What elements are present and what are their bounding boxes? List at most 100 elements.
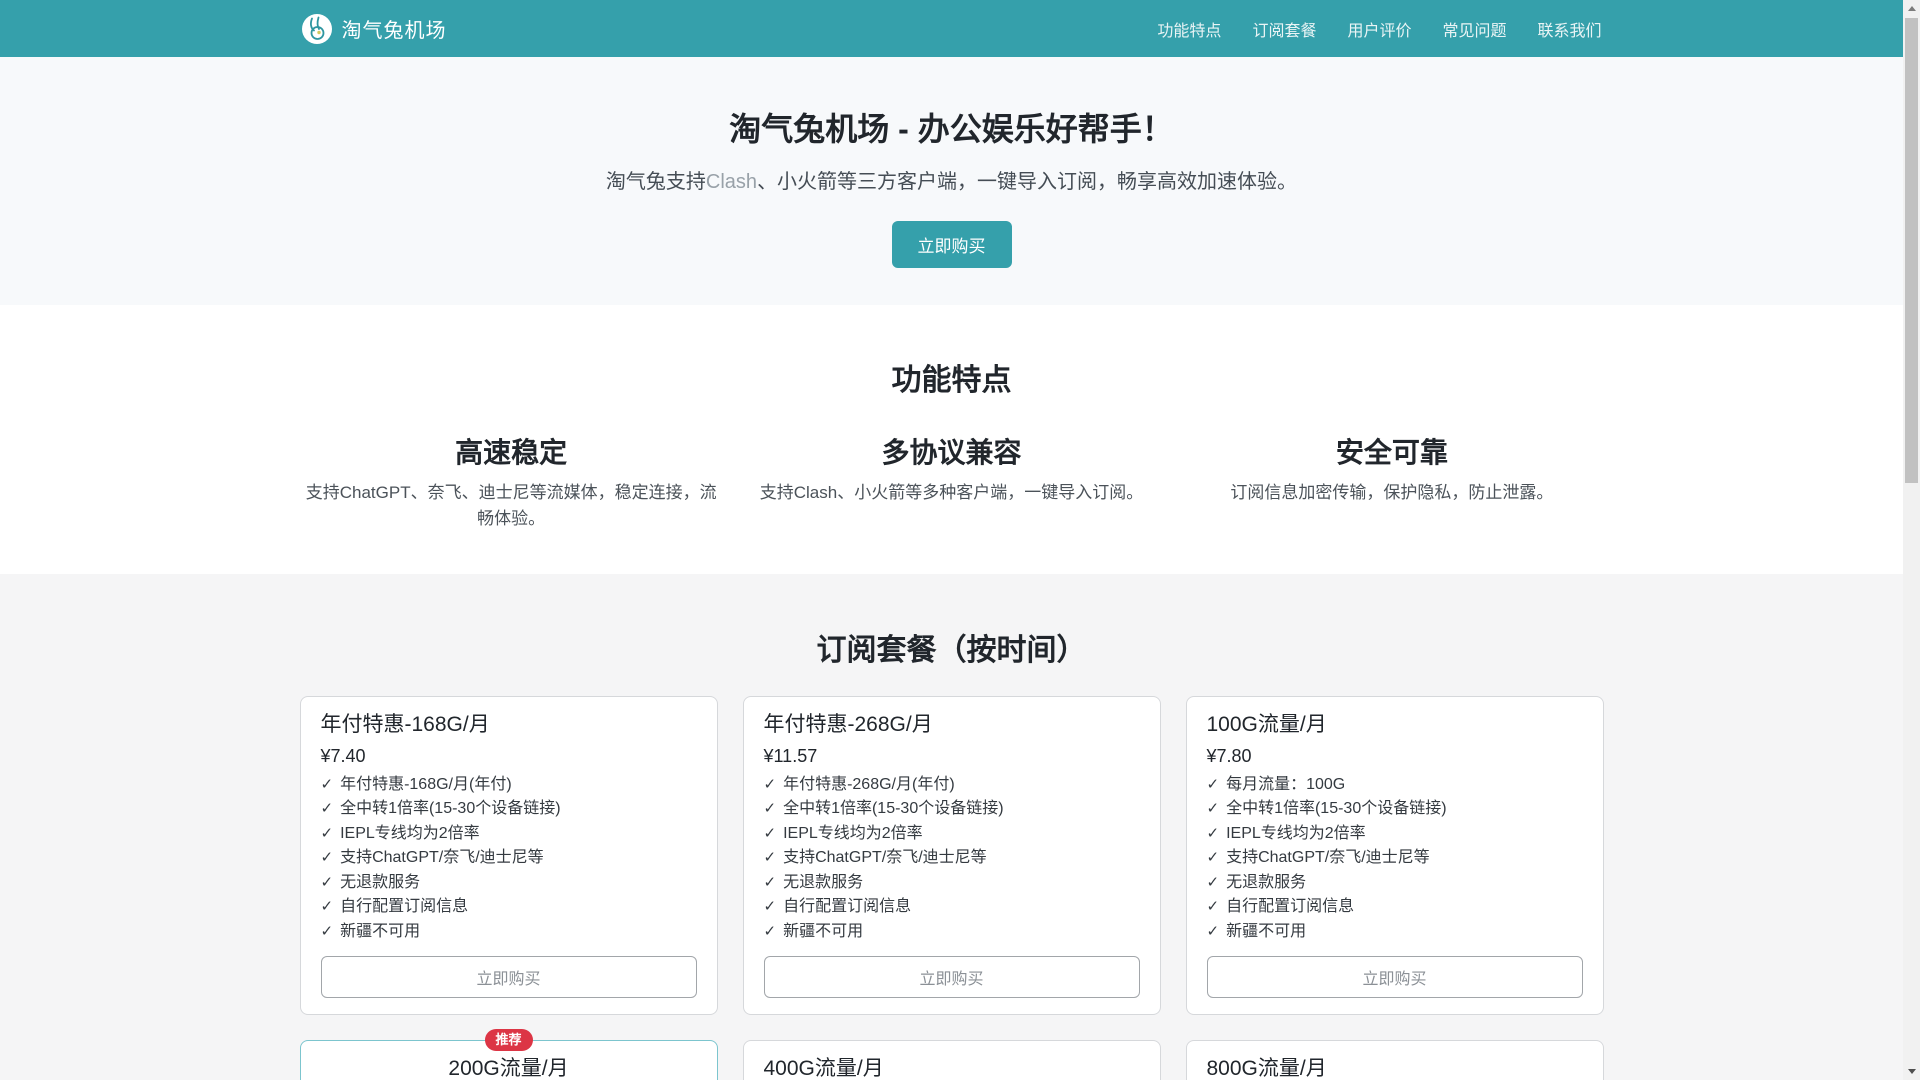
plan-feature: ✓ 支持ChatGPT/奈飞/迪士尼等: [1206, 849, 1430, 867]
pricing-card-0: 年付特惠-168G/月 ¥7.40 ✓ 年付特惠-168G/月(年付) ✓ 全中转1倍率(…: [299, 696, 718, 1016]
check-icon: ✓: [320, 922, 334, 940]
check-icon: ✓: [320, 849, 334, 867]
pricing-card-5: 800G流量/月¥42.80: [1185, 1040, 1604, 1080]
check-icon: ✓: [320, 824, 334, 842]
pricing-grid: 年付特惠-168G/月 ¥7.40 ✓ 年付特惠-168G/月(年付) ✓ 全中转1倍率(…: [299, 696, 1604, 1080]
feature-text: 支持Clash、小火箭等多种客户端，一键导入订阅。: [759, 483, 1144, 502]
nav-link-0[interactable]: 功能特点: [1157, 17, 1221, 41]
check-icon: ✓: [1206, 922, 1220, 940]
scrollbar-down-button[interactable]: [1903, 1063, 1920, 1080]
pricing-card-3: 推荐200G流量/月¥11.80: [299, 1029, 718, 1080]
nav-link-2[interactable]: 用户评价: [1347, 17, 1411, 41]
scroll-down-arrow-icon: [1907, 1069, 1916, 1074]
brand[interactable]: 淘气兔机场: [301, 13, 447, 44]
plan-features: ✓ 年付特惠-168G/月(年付) ✓ 全中转1倍率(15-30个设备链接) ✓ IEPL…: [321, 773, 697, 945]
plan-price: ¥7.40: [320, 746, 366, 767]
check-icon: ✓: [763, 800, 777, 818]
check-icon: ✓: [1206, 800, 1220, 818]
check-icon: ✓: [763, 873, 777, 891]
features-title: 功能特点: [891, 364, 1012, 397]
plan-feature: ✓ 新疆不可用: [320, 922, 421, 940]
plan-feature: ✓ 自行配置订阅信息: [1206, 898, 1355, 916]
plan-name: 200G流量/月: [448, 1057, 569, 1080]
feature-text: 支持ChatGPT、奈飞、迪士尼等流媒体，稳定连接，流畅体验。: [305, 483, 717, 528]
pricing-title: 订阅套餐（按时间）: [816, 634, 1087, 667]
nav-link-1[interactable]: 订阅套餐: [1252, 17, 1316, 41]
plan-name: 100G流量/月: [1206, 713, 1327, 736]
check-icon: ✓: [320, 800, 334, 818]
hero-section: 淘气兔机场 - 办公娱乐好帮手！ 淘气兔支持Clash、小火箭等三方客户端，一键…: [0, 57, 1903, 305]
plan-name: 年付特惠-168G/月: [320, 713, 490, 736]
scrollbar-up-button[interactable]: [1903, 0, 1920, 17]
check-icon: ✓: [763, 898, 777, 916]
feature-0: 高速稳定支持ChatGPT、奈飞、迪士尼等流媒体，稳定连接，流畅体验。: [304, 431, 719, 531]
feature-text: 订阅信息加密传输，保护隐私，防止泄露。: [1230, 483, 1554, 502]
recommended-badge: 推荐: [484, 1029, 533, 1051]
plan-feature: ✓ IEPL专线均为2倍率: [320, 824, 480, 842]
check-icon: ✓: [1206, 873, 1220, 891]
scrollbar-thumb[interactable]: [1905, 18, 1918, 483]
pricing-card-4: 400G流量/月¥22.80: [742, 1040, 1161, 1080]
brand-name: 淘气兔机场: [341, 20, 447, 42]
plan-feature: ✓ 全中转1倍率(15-30个设备链接): [1206, 800, 1447, 818]
plan-buy-button[interactable]: 立即购买: [1206, 956, 1583, 999]
page: 淘气兔机场 功能特点 订阅套餐 用户评价 常见问题 联系我们 淘气兔机场 - 办公娱乐好…: [0, 0, 1903, 1080]
check-icon: ✓: [763, 824, 777, 842]
plan-feature: ✓ 全中转1倍率(15-30个设备链接): [320, 800, 561, 818]
plan-feature: ✓ 全中转1倍率(15-30个设备链接): [763, 800, 1004, 818]
plan-feature: ✓ 年付特惠-268G/月(年付): [763, 775, 955, 793]
features-grid: 高速稳定支持ChatGPT、奈飞、迪士尼等流媒体，稳定连接，流畅体验。 多协议兼容…: [304, 431, 1600, 531]
feature-heading: 高速稳定: [455, 437, 568, 468]
plan-name: 年付特惠-268G/月: [763, 713, 933, 736]
plan-price: ¥7.80: [1206, 746, 1252, 767]
check-icon: ✓: [1206, 849, 1220, 867]
check-icon: ✓: [320, 775, 334, 793]
feature-heading: 多协议兼容: [881, 437, 1022, 468]
check-icon: ✓: [1206, 775, 1220, 793]
check-icon: ✓: [1206, 898, 1220, 916]
check-icon: ✓: [320, 873, 334, 891]
nav-links: 功能特点 订阅套餐 用户评价 常见问题 联系我们: [1157, 17, 1601, 41]
plan-features: ✓ 每月流量：100G ✓ 全中转1倍率(15-30个设备链接) ✓ IEPL专线均为2倍…: [1207, 773, 1583, 945]
features-section: 功能特点 高速稳定支持ChatGPT、奈飞、迪士尼等流媒体，稳定连接，流畅体验。…: [0, 305, 1903, 574]
plan-feature: ✓ 无退款服务: [320, 873, 421, 891]
plan-feature: ✓ 新疆不可用: [763, 922, 864, 940]
rabbit-logo-icon: [301, 13, 332, 44]
plan-feature: ✓ 新疆不可用: [1206, 922, 1307, 940]
check-icon: ✓: [320, 898, 334, 916]
nav-link-4[interactable]: 联系我们: [1537, 17, 1601, 41]
plan-feature: ✓ 每月流量：100G: [1206, 775, 1346, 793]
plan-feature: ✓ IEPL专线均为2倍率: [763, 824, 923, 842]
plan-feature: ✓ 支持ChatGPT/奈飞/迪士尼等: [320, 849, 544, 867]
feature-heading: 安全可靠: [1335, 437, 1448, 468]
scroll-up-arrow-icon: [1907, 6, 1916, 11]
plan-buy-button[interactable]: 立即购买: [763, 956, 1140, 999]
pricing-card-2: 100G流量/月 ¥7.80 ✓ 每月流量：100G ✓ 全中转1倍率(15-30个设备链…: [1185, 696, 1604, 1016]
plan-feature: ✓ 无退款服务: [1206, 873, 1307, 891]
nav-link-3[interactable]: 常见问题: [1442, 17, 1506, 41]
check-icon: ✓: [763, 849, 777, 867]
hero-title: 淘气兔机场 - 办公娱乐好帮手！: [729, 111, 1174, 147]
plan-feature: ✓ 无退款服务: [763, 873, 864, 891]
hero-buy-button[interactable]: 立即购买: [891, 221, 1012, 268]
check-icon: ✓: [763, 922, 777, 940]
feature-2: 安全可靠订阅信息加密传输，保护隐私，防止泄露。: [1184, 431, 1599, 531]
plan-name: 400G流量/月: [763, 1057, 884, 1080]
pricing-section: 订阅套餐（按时间） 年付特惠-168G/月 ¥7.40 ✓ 年付特惠-168G/月(年…: [0, 574, 1903, 1080]
plan-feature: ✓ 自行配置订阅信息: [320, 898, 469, 916]
check-icon: ✓: [763, 775, 777, 793]
plan-buy-button[interactable]: 立即购买: [320, 956, 697, 999]
navbar: 淘气兔机场 功能特点 订阅套餐 用户评价 常见问题 联系我们: [0, 0, 1903, 57]
plan-feature: ✓ 自行配置订阅信息: [763, 898, 912, 916]
check-icon: ✓: [1206, 824, 1220, 842]
scrollbar[interactable]: [1903, 0, 1920, 1080]
plan-price: ¥11.57: [763, 746, 818, 767]
plan-feature: ✓ 年付特惠-168G/月(年付): [320, 775, 512, 793]
hero-subtitle-post: 、小火箭等三方客户端，一键导入订阅，畅享高效加速体验。: [757, 171, 1298, 193]
plan-feature: ✓ 支持ChatGPT/奈飞/迪士尼等: [763, 849, 987, 867]
hero-subtitle-pre: 淘气兔支持: [605, 171, 706, 193]
plan-name: 800G流量/月: [1206, 1057, 1327, 1080]
pricing-card-1: 年付特惠-268G/月 ¥11.57 ✓ 年付特惠-268G/月(年付) ✓ 全中转1倍率…: [742, 696, 1161, 1016]
hero-subtitle-clash: Clash: [705, 171, 758, 193]
plan-feature: ✓ IEPL专线均为2倍率: [1206, 824, 1366, 842]
